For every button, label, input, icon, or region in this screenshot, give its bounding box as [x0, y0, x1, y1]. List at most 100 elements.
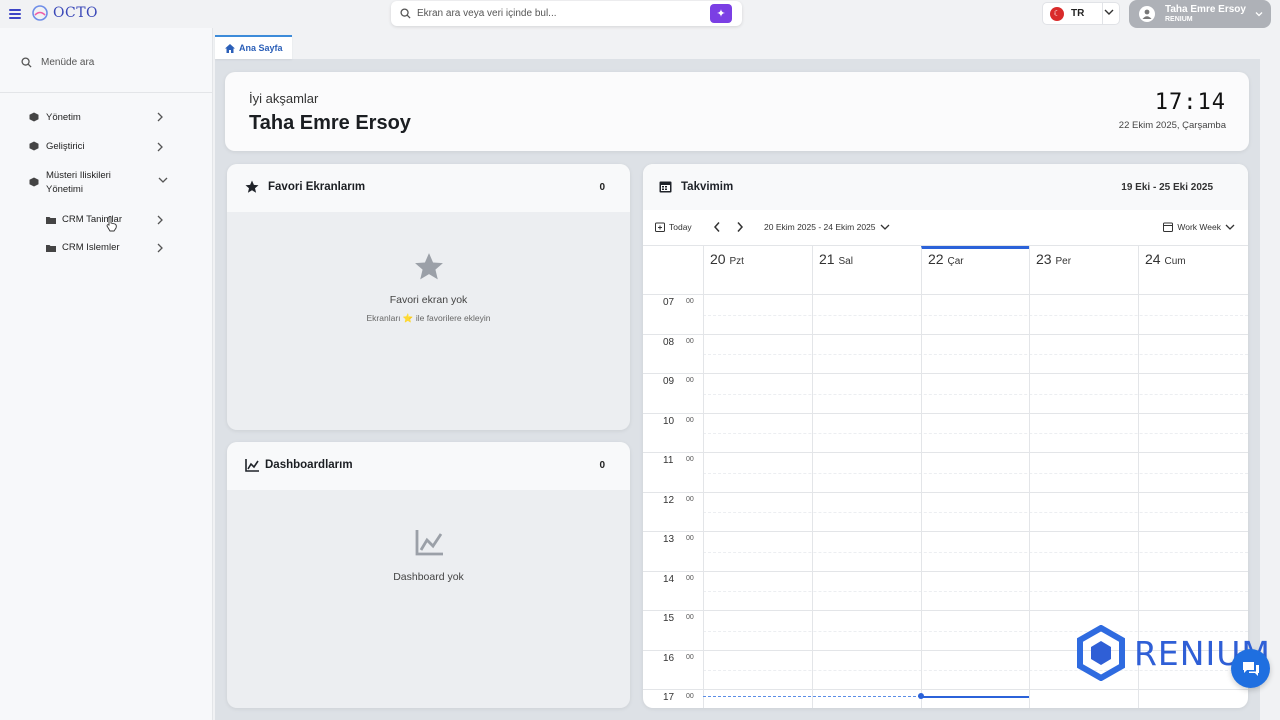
hour-row[interactable]: 11 00: [643, 453, 1248, 493]
current-time-dot: [918, 693, 924, 699]
hour-row[interactable]: 10 00: [643, 414, 1248, 453]
chart-line-icon: [415, 530, 443, 556]
minute-label: 00: [686, 614, 694, 621]
global-search-input[interactable]: [417, 8, 707, 19]
user-name: Taha Emre Ersoy: [1165, 4, 1246, 15]
current-date: 22 Ekim 2025, Çarşamba: [1118, 120, 1226, 131]
search-icon: [400, 8, 411, 19]
calendar-icon: [1163, 222, 1174, 232]
hour-row[interactable]: 09 00: [643, 374, 1248, 414]
chevron-down-icon[interactable]: [1103, 6, 1115, 18]
chevron-right-icon[interactable]: [156, 142, 164, 152]
hour-label: 11: [663, 455, 674, 466]
user-menu[interactable]: Taha Emre Ersoy RENIUM: [1129, 0, 1271, 28]
card-title: Dashboardlarım: [265, 459, 353, 471]
dashboards-card: Dashboardlarım 0 Dashboard yok: [227, 442, 630, 708]
count-badge: 0: [599, 460, 605, 471]
calendar-icon: [659, 181, 672, 193]
hour-row[interactable]: 13 00: [643, 532, 1248, 572]
chat-button[interactable]: [1231, 649, 1270, 688]
today-button[interactable]: Today: [655, 222, 692, 232]
top-bar: OCTO ✦ ☾ TR Taha Emre Ersoy RENIUM: [0, 0, 1280, 28]
tab-ana-sayfa[interactable]: Ana Sayfa: [215, 35, 292, 59]
day-number: 22: [928, 251, 944, 267]
view-selector[interactable]: Work Week: [1163, 222, 1235, 232]
card-header: Takvimim 19 Eki - 25 Eki 2025: [643, 164, 1248, 210]
global-search[interactable]: ✦: [391, 1, 742, 26]
star-icon: [414, 253, 443, 280]
sidebar-item-label: Yönetim: [46, 112, 81, 123]
calendar-range: 19 Eki - 25 Eki 2025: [1121, 182, 1213, 193]
day-column-divider: [1029, 295, 1030, 708]
user-icon: [1142, 9, 1152, 19]
current-time-indicator: [921, 696, 1029, 698]
card-title: Favori Ekranlarım: [268, 181, 366, 193]
view-label: Work Week: [1177, 222, 1221, 232]
turkey-flag-icon: ☾: [1050, 6, 1064, 21]
sidebar-item-crm[interactable]: Müsteri Iliskileri Yönetimi: [29, 169, 136, 197]
day-header-tuesday[interactable]: 21 Sal: [812, 246, 921, 294]
chevron-right-icon[interactable]: [156, 243, 164, 253]
day-label: Sal: [838, 256, 853, 267]
greeting-name: Taha Emre Ersoy: [249, 112, 411, 134]
day-header-thursday[interactable]: 23 Per: [1029, 246, 1138, 294]
day-label: Çar: [947, 256, 964, 267]
day-number: 21: [819, 251, 835, 267]
current-time-line: [703, 696, 921, 697]
date-range-picker[interactable]: 20 Ekim 2025 - 24 Ekim 2025: [764, 222, 890, 232]
chevron-right-icon[interactable]: [735, 221, 745, 233]
chevron-left-icon[interactable]: [712, 221, 722, 233]
day-header-monday[interactable]: 20 Pzt: [703, 246, 812, 294]
renium-logo-icon: [1077, 625, 1125, 681]
date-range-label: 20 Ekim 2025 - 24 Ekim 2025: [764, 222, 876, 232]
logo-icon: [32, 5, 48, 21]
chevron-down-icon: [880, 224, 889, 230]
sparkle-icon: ✦: [716, 8, 726, 20]
ai-search-button[interactable]: ✦: [710, 4, 732, 23]
minute-label: 00: [686, 653, 694, 661]
chevron-right-icon[interactable]: [156, 112, 164, 122]
menu-search[interactable]: Menüde ara: [21, 57, 94, 68]
folder-icon: [46, 244, 56, 252]
minute-label: 00: [686, 535, 694, 542]
hour-row[interactable]: 14 00: [643, 572, 1248, 611]
hour-row[interactable]: 08 00: [643, 335, 1248, 374]
day-header-friday[interactable]: 24 Cum: [1138, 246, 1248, 294]
tab-label: Ana Sayfa: [239, 43, 283, 53]
menu-search-placeholder[interactable]: Menüde ara: [41, 57, 94, 68]
half-hour-line: [703, 472, 1248, 474]
count-badge: 0: [599, 182, 605, 193]
sidebar-item-gelistirici[interactable]: Geliştirici: [29, 140, 85, 154]
menu-icon[interactable]: [9, 9, 21, 19]
language-label: TR: [1071, 8, 1085, 19]
minute-label: 00: [686, 337, 694, 345]
chevron-down-icon[interactable]: [1254, 9, 1264, 19]
search-icon: [21, 57, 32, 68]
hour-row[interactable]: 17 00: [643, 690, 1248, 708]
half-hour-line: [703, 393, 1248, 395]
sidebar-item-yonetim[interactable]: Yönetim: [29, 111, 81, 125]
hour-label: 10: [663, 415, 675, 427]
day-number: 24: [1145, 251, 1161, 267]
chevron-down-icon[interactable]: [158, 176, 168, 184]
chevron-right-icon[interactable]: [156, 215, 164, 225]
half-hour-line: [703, 433, 1248, 435]
chat-icon: [1242, 661, 1259, 676]
half-hour-line: [703, 591, 1248, 593]
hour-row[interactable]: 07 00: [643, 295, 1248, 335]
day-column-divider: [703, 295, 704, 708]
sidebar-item-label: Müsteri Iliskileri Yönetimi: [46, 170, 111, 195]
hour-label: 13: [663, 534, 675, 545]
avatar: [1139, 6, 1155, 22]
hour-label: 08: [663, 336, 675, 348]
language-selector[interactable]: ☾ TR: [1042, 2, 1120, 25]
hour-row[interactable]: 12 00: [643, 493, 1248, 532]
divider: [0, 92, 212, 93]
favorites-card: Favori Ekranlarım 0 Favori ekran yok Ekr…: [227, 164, 630, 430]
day-header-wednesday[interactable]: 22 Çar: [921, 246, 1029, 294]
app-logo[interactable]: OCTO: [31, 4, 98, 22]
chart-line-icon: [245, 459, 259, 472]
sidebar-subitem-crm-islemler[interactable]: CRM Islemler: [46, 242, 120, 253]
minute-label: 00: [686, 574, 694, 582]
calendar-toolbar: Today 20 Ekim 2025 - 24 Ekim 2025 Work W…: [643, 210, 1248, 246]
